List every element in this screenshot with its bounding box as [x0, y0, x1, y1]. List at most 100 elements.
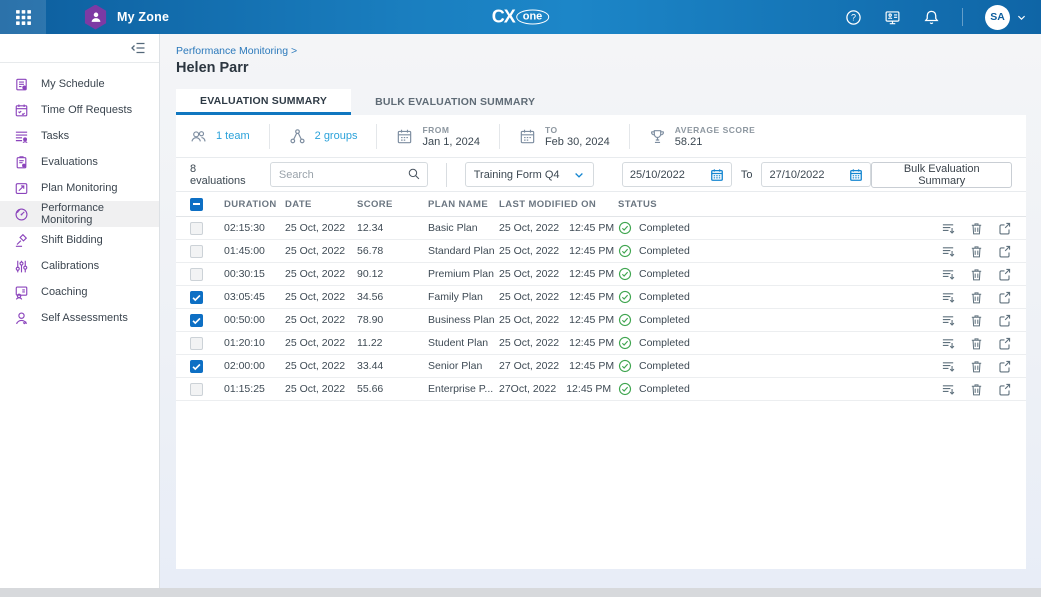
table-row[interactable]: 01:20:10 25 Oct, 2022 11.22 Student Plan… — [176, 332, 1026, 355]
calendar-icon — [519, 128, 536, 145]
add-to-list-icon[interactable] — [941, 313, 956, 328]
cell-duration: 00:50:00 — [224, 314, 285, 326]
team-link[interactable]: 1 team — [216, 130, 250, 142]
cell-plan-name: Standard Plan — [428, 245, 499, 257]
open-external-icon[interactable] — [997, 382, 1012, 397]
add-to-list-icon[interactable] — [941, 290, 956, 305]
tab-bulk-evaluation-summary[interactable]: BULK EVALUATION SUMMARY — [351, 89, 559, 115]
sidebar: My Schedule Time Off Requests Tasks Eval… — [0, 34, 160, 588]
app-launcher-button[interactable] — [0, 0, 46, 34]
cell-date: 25 Oct, 2022 — [285, 360, 357, 372]
calendar-icon[interactable] — [849, 168, 863, 182]
team-summary[interactable]: 1 team — [190, 128, 250, 145]
open-external-icon[interactable] — [997, 313, 1012, 328]
sidebar-item-time-off-requests[interactable]: Time Off Requests — [0, 97, 159, 123]
delete-trash-icon[interactable] — [969, 336, 984, 351]
shift-bidding-gavel-icon — [14, 233, 29, 248]
top-bar: My Zone CX one SA — [0, 0, 1041, 34]
cell-plan-name: Student Plan — [428, 337, 499, 349]
table-row[interactable]: 01:45:00 25 Oct, 2022 56.78 Standard Pla… — [176, 240, 1026, 263]
table-row[interactable]: 01:15:25 25 Oct, 2022 55.66 Enterprise P… — [176, 378, 1026, 401]
date-to-input[interactable]: 27/10/2022 — [761, 162, 871, 187]
training-screen-icon[interactable] — [884, 9, 901, 26]
row-checkbox[interactable] — [190, 360, 203, 373]
table-row[interactable]: 02:15:30 25 Oct, 2022 12.34 Basic Plan 2… — [176, 217, 1026, 240]
row-actions — [926, 267, 1012, 282]
open-external-icon[interactable] — [997, 336, 1012, 351]
breadcrumb[interactable]: Performance Monitoring > — [176, 45, 1026, 57]
sidebar-item-performance-monitoring[interactable]: Performance Monitoring — [0, 201, 159, 227]
my-zone-hexagon-person-icon — [84, 5, 107, 30]
delete-trash-icon[interactable] — [969, 244, 984, 259]
check-circle-icon — [618, 267, 632, 281]
delete-trash-icon[interactable] — [969, 221, 984, 236]
tab-bar: EVALUATION SUMMARY BULK EVALUATION SUMMA… — [176, 89, 1026, 115]
date-from-input[interactable]: 25/10/2022 — [622, 162, 732, 187]
divider — [499, 124, 500, 149]
groups-summary[interactable]: 2 groups — [289, 128, 358, 145]
cell-last-modified: 25 Oct, 202212:45 PM — [499, 245, 618, 257]
search-input[interactable] — [270, 162, 428, 187]
bulk-evaluation-summary-button[interactable]: Bulk Evaluation Summary — [871, 162, 1012, 188]
row-actions — [926, 359, 1012, 374]
coaching-icon — [14, 285, 29, 300]
open-external-icon[interactable] — [997, 290, 1012, 305]
row-checkbox[interactable] — [190, 337, 203, 350]
page-title: Helen Parr — [176, 60, 1026, 76]
cell-duration: 00:30:15 — [224, 268, 285, 280]
search-icon[interactable] — [407, 167, 421, 181]
add-to-list-icon[interactable] — [941, 244, 956, 259]
user-menu-button[interactable]: SA — [985, 5, 1027, 30]
status-badge: Completed — [618, 313, 926, 327]
app-window: My Zone CX one SA My Schedule Time Off R… — [0, 0, 1041, 597]
table-row[interactable]: 00:50:00 25 Oct, 2022 78.90 Business Pla… — [176, 309, 1026, 332]
cell-date: 25 Oct, 2022 — [285, 222, 357, 234]
delete-trash-icon[interactable] — [969, 359, 984, 374]
add-to-list-icon[interactable] — [941, 382, 956, 397]
sidebar-item-tasks[interactable]: Tasks — [0, 123, 159, 149]
sidebar-item-coaching[interactable]: Coaching — [0, 279, 159, 305]
collapse-menu-icon[interactable] — [130, 40, 146, 56]
sidebar-item-self-assessments[interactable]: Self Assessments — [0, 305, 159, 331]
delete-trash-icon[interactable] — [969, 290, 984, 305]
row-checkbox[interactable] — [190, 222, 203, 235]
open-external-icon[interactable] — [997, 267, 1012, 282]
open-external-icon[interactable] — [997, 244, 1012, 259]
table-row[interactable]: 03:05:45 25 Oct, 2022 34.56 Family Plan … — [176, 286, 1026, 309]
row-checkbox[interactable] — [190, 383, 203, 396]
table-row[interactable]: 02:00:00 25 Oct, 2022 33.44 Senior Plan … — [176, 355, 1026, 378]
form-select[interactable]: Training Form Q4 — [465, 162, 594, 187]
time-off-calendar-icon — [14, 103, 29, 118]
add-to-list-icon[interactable] — [941, 267, 956, 282]
row-checkbox[interactable] — [190, 314, 203, 327]
groups-link[interactable]: 2 groups — [315, 130, 358, 142]
open-external-icon[interactable] — [997, 221, 1012, 236]
cell-duration: 01:15:25 — [224, 383, 285, 395]
calendar-icon[interactable] — [710, 168, 724, 182]
row-checkbox[interactable] — [190, 245, 203, 258]
tab-evaluation-summary[interactable]: EVALUATION SUMMARY — [176, 89, 351, 115]
sidebar-item-my-schedule[interactable]: My Schedule — [0, 71, 159, 97]
table-row[interactable]: 00:30:15 25 Oct, 2022 90.12 Premium Plan… — [176, 263, 1026, 286]
add-to-list-icon[interactable] — [941, 359, 956, 374]
add-to-list-icon[interactable] — [941, 336, 956, 351]
notifications-bell-icon[interactable] — [923, 9, 940, 26]
status-badge: Completed — [618, 290, 926, 304]
delete-trash-icon[interactable] — [969, 313, 984, 328]
check-circle-icon — [618, 244, 632, 258]
sidebar-item-shift-bidding[interactable]: Shift Bidding — [0, 227, 159, 253]
sidebar-item-calibrations[interactable]: Calibrations — [0, 253, 159, 279]
row-checkbox[interactable] — [190, 291, 203, 304]
select-all-checkbox[interactable] — [190, 198, 203, 211]
sidebar-item-evaluations[interactable]: Evaluations — [0, 149, 159, 175]
add-to-list-icon[interactable] — [941, 221, 956, 236]
open-external-icon[interactable] — [997, 359, 1012, 374]
row-checkbox[interactable] — [190, 268, 203, 281]
average-score-value: 58.21 — [675, 136, 756, 148]
help-icon[interactable] — [845, 9, 862, 26]
plan-monitoring-icon — [14, 181, 29, 196]
sidebar-item-plan-monitoring[interactable]: Plan Monitoring — [0, 175, 159, 201]
delete-trash-icon[interactable] — [969, 267, 984, 282]
avatar[interactable]: SA — [985, 5, 1010, 30]
delete-trash-icon[interactable] — [969, 382, 984, 397]
